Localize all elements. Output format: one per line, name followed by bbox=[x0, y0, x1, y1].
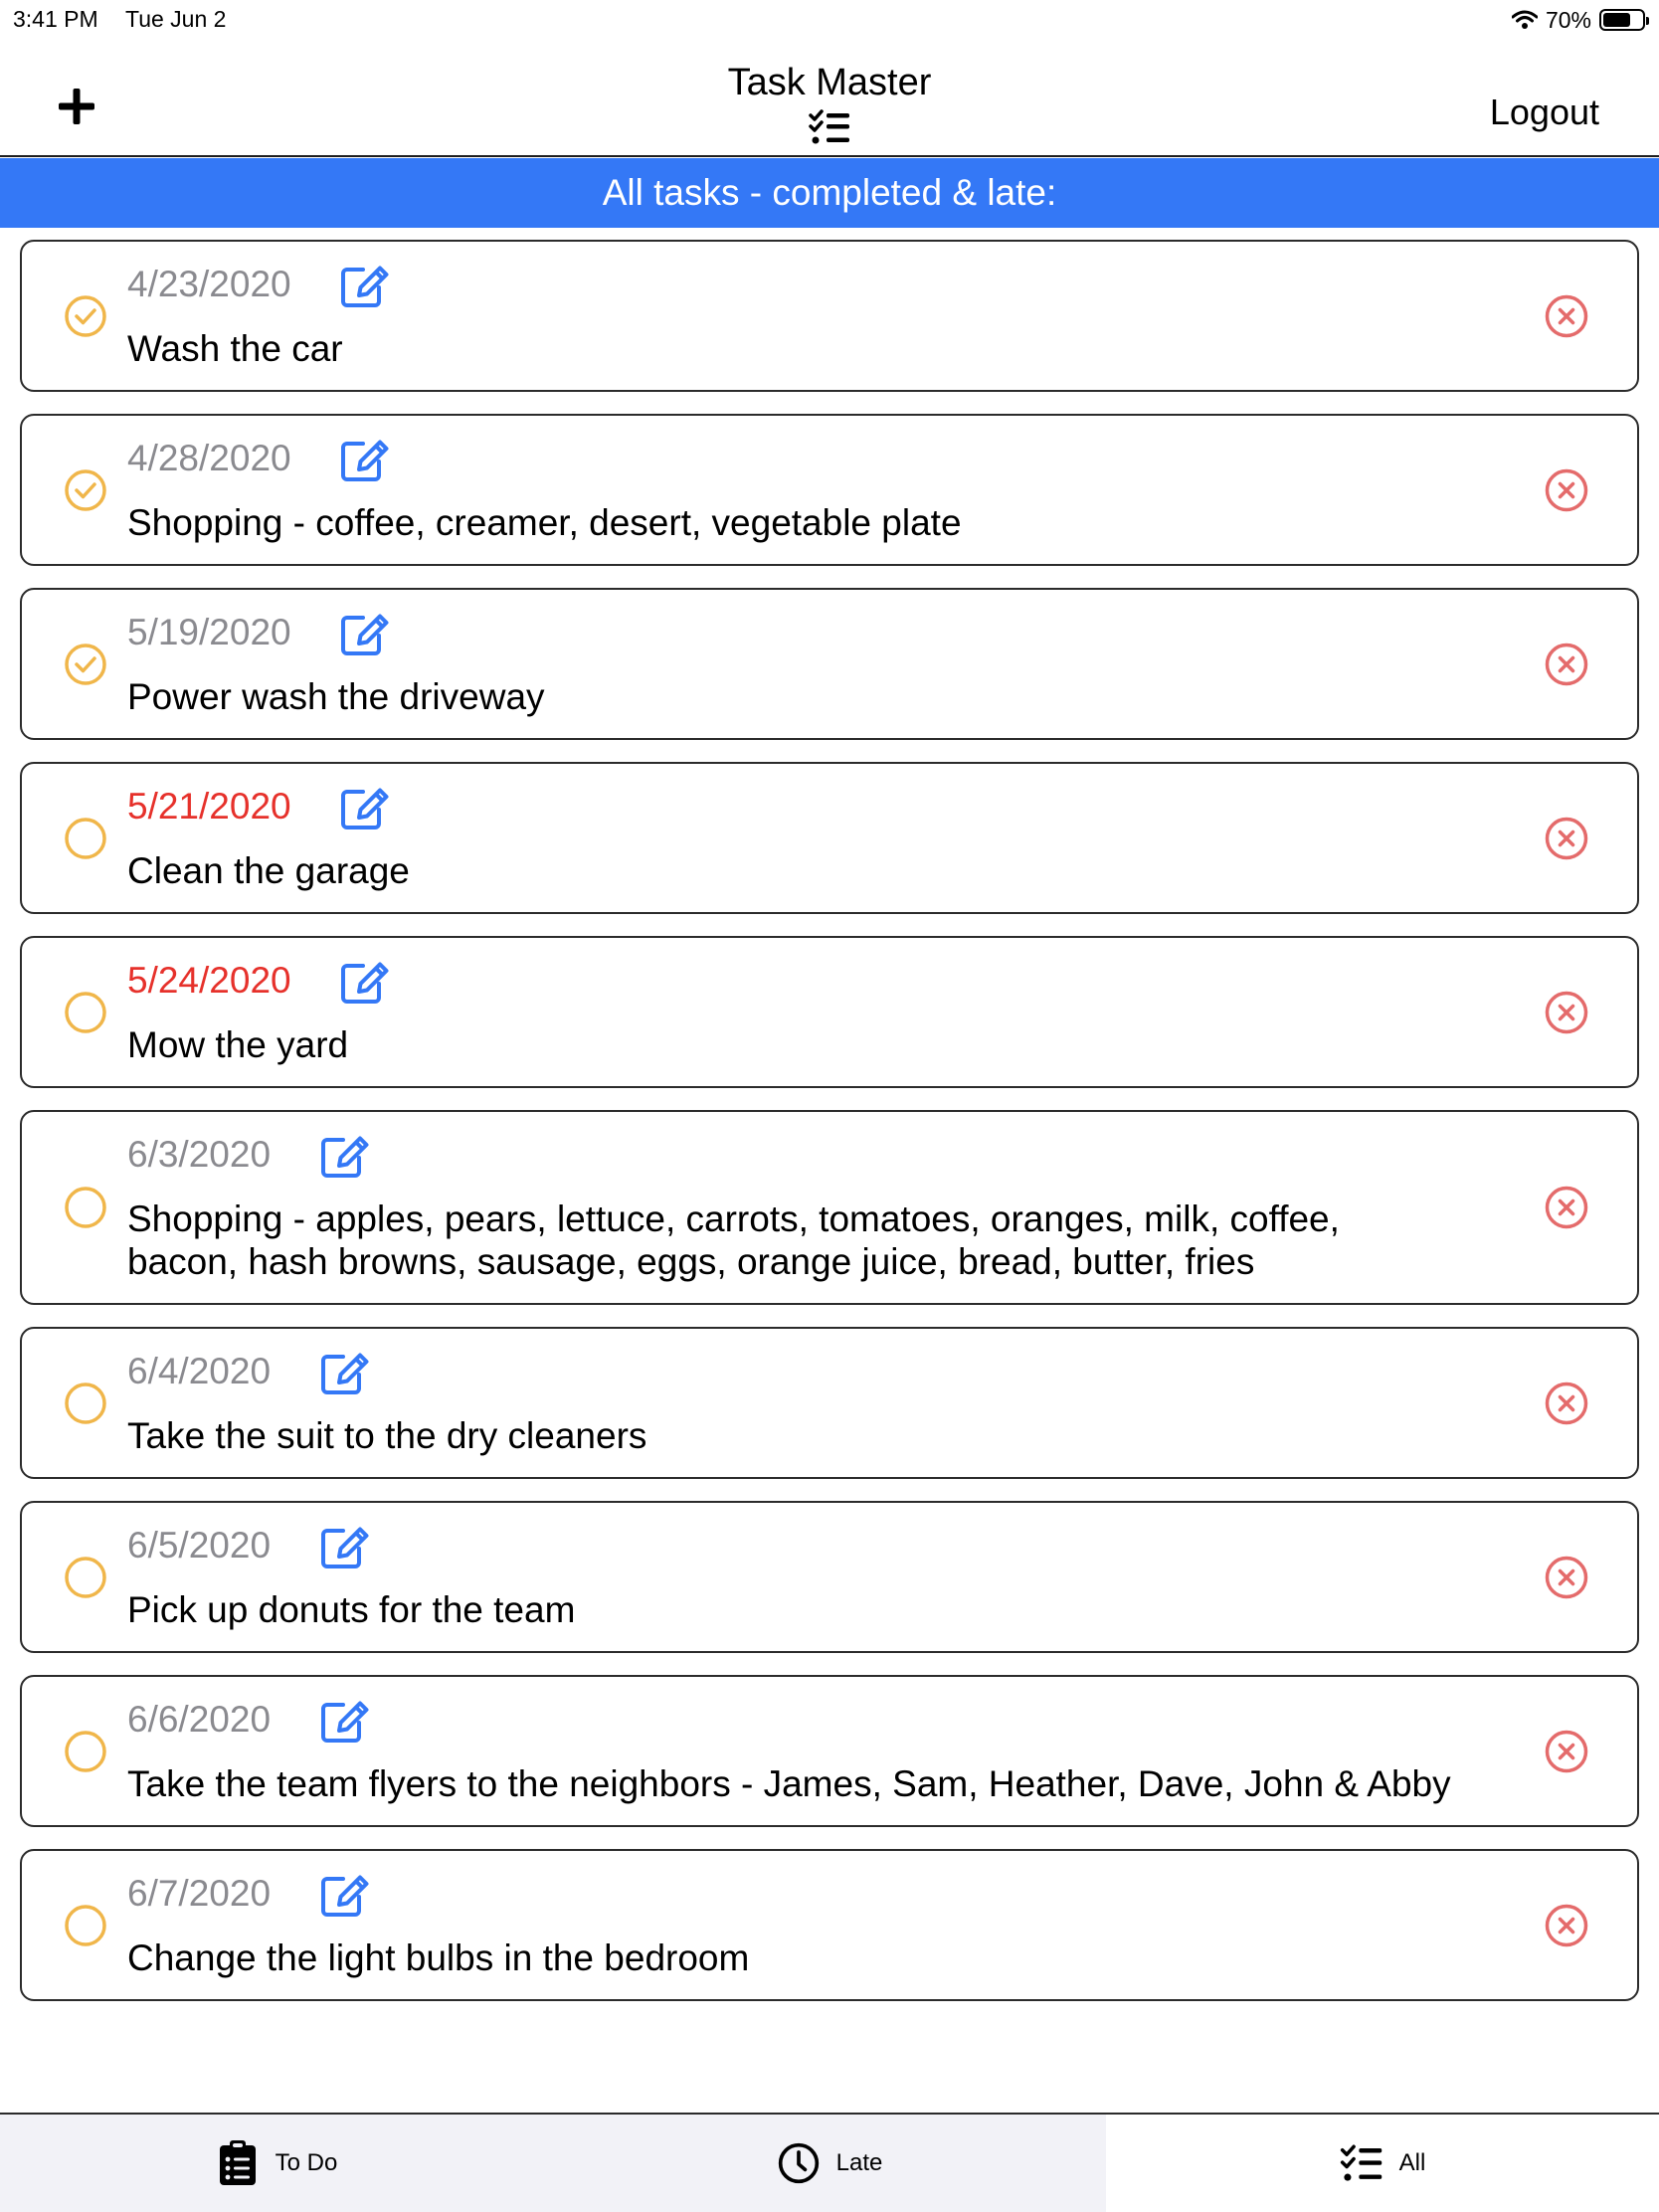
incomplete-circle-icon[interactable] bbox=[64, 1730, 107, 1773]
tab-late[interactable]: Late bbox=[553, 2115, 1106, 2212]
task-date: 6/4/2020 bbox=[127, 1351, 272, 1391]
status-indicators: 70% bbox=[1511, 4, 1649, 36]
delete-icon[interactable] bbox=[1544, 1729, 1589, 1774]
wifi-icon bbox=[1511, 10, 1538, 29]
delete-icon[interactable] bbox=[1544, 467, 1589, 513]
status-time: 3:41 PM bbox=[13, 6, 98, 32]
task-date: 6/3/2020 bbox=[127, 1134, 272, 1175]
task-card[interactable]: 5/24/2020 Mow the yard bbox=[20, 936, 1639, 1088]
task-card[interactable]: 6/7/2020 Change the light bulbs in the be… bbox=[20, 1849, 1639, 2001]
completed-check-icon[interactable] bbox=[64, 643, 107, 686]
logout-button[interactable]: Logout bbox=[1490, 92, 1599, 133]
checklist-icon bbox=[809, 109, 849, 144]
edit-icon[interactable] bbox=[319, 1132, 371, 1180]
tab-to-do[interactable]: To Do bbox=[0, 2115, 553, 2212]
task-card[interactable]: 4/28/2020 Shopping - coffee, creamer, des… bbox=[20, 414, 1639, 566]
task-card[interactable]: 6/3/2020 Shopping - apples, pears, lettuc… bbox=[20, 1110, 1639, 1305]
delete-icon[interactable] bbox=[1544, 1381, 1589, 1426]
task-title: Take the team flyers to the neighbors - … bbox=[127, 1763, 1451, 1804]
edit-icon[interactable] bbox=[339, 958, 391, 1006]
task-card[interactable]: 4/23/2020 Wash the car bbox=[20, 240, 1639, 392]
task-title: Power wash the driveway bbox=[127, 676, 545, 717]
task-date: 6/6/2020 bbox=[127, 1699, 272, 1740]
tab-label: Late bbox=[835, 2149, 883, 2176]
task-date: 5/24/2020 bbox=[127, 960, 291, 1001]
edit-icon[interactable] bbox=[339, 262, 391, 309]
header: Task Master Logout bbox=[0, 40, 1659, 157]
delete-icon[interactable] bbox=[1544, 1555, 1589, 1600]
task-title: Mow the yard bbox=[127, 1024, 349, 1065]
filter-banner: All tasks - completed & late: bbox=[0, 158, 1659, 228]
task-date: 5/19/2020 bbox=[127, 612, 291, 652]
incomplete-circle-icon[interactable] bbox=[64, 1904, 107, 1947]
task-date: 6/7/2020 bbox=[127, 1873, 272, 1914]
delete-icon[interactable] bbox=[1544, 816, 1589, 861]
edit-icon[interactable] bbox=[319, 1523, 371, 1570]
incomplete-circle-icon[interactable] bbox=[64, 817, 107, 860]
edit-icon[interactable] bbox=[319, 1349, 371, 1396]
tab-all[interactable]: All bbox=[1106, 2115, 1659, 2212]
task-title: Shopping - apples, pears, lettuce, carro… bbox=[127, 1198, 1340, 1282]
clock-icon bbox=[778, 2142, 819, 2184]
task-card[interactable]: 6/4/2020 Take the suit to the dry cleaner… bbox=[20, 1327, 1639, 1479]
edit-icon[interactable] bbox=[319, 1697, 371, 1745]
status-bar: 3:41 PM Tue Jun 2 70% bbox=[0, 0, 1659, 40]
status-date: Tue Jun 2 bbox=[125, 6, 227, 32]
incomplete-circle-icon[interactable] bbox=[64, 991, 107, 1034]
delete-icon[interactable] bbox=[1544, 642, 1589, 687]
task-title: Clean the garage bbox=[127, 850, 410, 891]
delete-icon[interactable] bbox=[1544, 293, 1589, 339]
task-card[interactable]: 6/6/2020 Take the team flyers to the neig… bbox=[20, 1675, 1639, 1827]
task-card[interactable]: 6/5/2020 Pick up donuts for the team bbox=[20, 1501, 1639, 1653]
task-card[interactable]: 5/21/2020 Clean the garage bbox=[20, 762, 1639, 914]
delete-icon[interactable] bbox=[1544, 990, 1589, 1035]
tab-bar: To Do Late All bbox=[0, 2113, 1659, 2212]
task-list: 4/23/2020 Wash the car 4/28/2020 Shopping -… bbox=[20, 240, 1639, 2023]
incomplete-circle-icon[interactable] bbox=[64, 1186, 107, 1229]
task-title: Change the light bulbs in the bedroom bbox=[127, 1937, 750, 1978]
edit-icon[interactable] bbox=[319, 1871, 371, 1919]
battery-icon bbox=[1599, 9, 1649, 31]
completed-check-icon[interactable] bbox=[64, 468, 107, 512]
task-title: Take the suit to the dry cleaners bbox=[127, 1415, 647, 1456]
task-date: 6/5/2020 bbox=[127, 1525, 272, 1566]
task-title: Wash the car bbox=[127, 328, 343, 369]
delete-icon[interactable] bbox=[1544, 1185, 1589, 1230]
edit-icon[interactable] bbox=[339, 784, 391, 831]
task-title: Pick up donuts for the team bbox=[127, 1589, 576, 1630]
incomplete-circle-icon[interactable] bbox=[64, 1556, 107, 1599]
task-title: Shopping - coffee, creamer, desert, vege… bbox=[127, 502, 962, 543]
task-date: 4/23/2020 bbox=[127, 264, 291, 304]
completed-check-icon[interactable] bbox=[64, 294, 107, 338]
checklist-icon bbox=[1340, 2144, 1382, 2181]
task-date: 4/28/2020 bbox=[127, 438, 291, 478]
clipboard-list-icon bbox=[219, 2140, 256, 2185]
tab-label: To Do bbox=[275, 2149, 338, 2176]
battery-percent: 70% bbox=[1545, 6, 1591, 33]
edit-icon[interactable] bbox=[339, 436, 391, 483]
page-title: Task Master bbox=[727, 62, 932, 103]
task-card[interactable]: 5/19/2020 Power wash the driveway bbox=[20, 588, 1639, 740]
task-date: 5/21/2020 bbox=[127, 786, 291, 827]
delete-icon[interactable] bbox=[1544, 1903, 1589, 1948]
edit-icon[interactable] bbox=[339, 610, 391, 657]
tab-label: All bbox=[1398, 2149, 1426, 2176]
incomplete-circle-icon[interactable] bbox=[64, 1382, 107, 1425]
